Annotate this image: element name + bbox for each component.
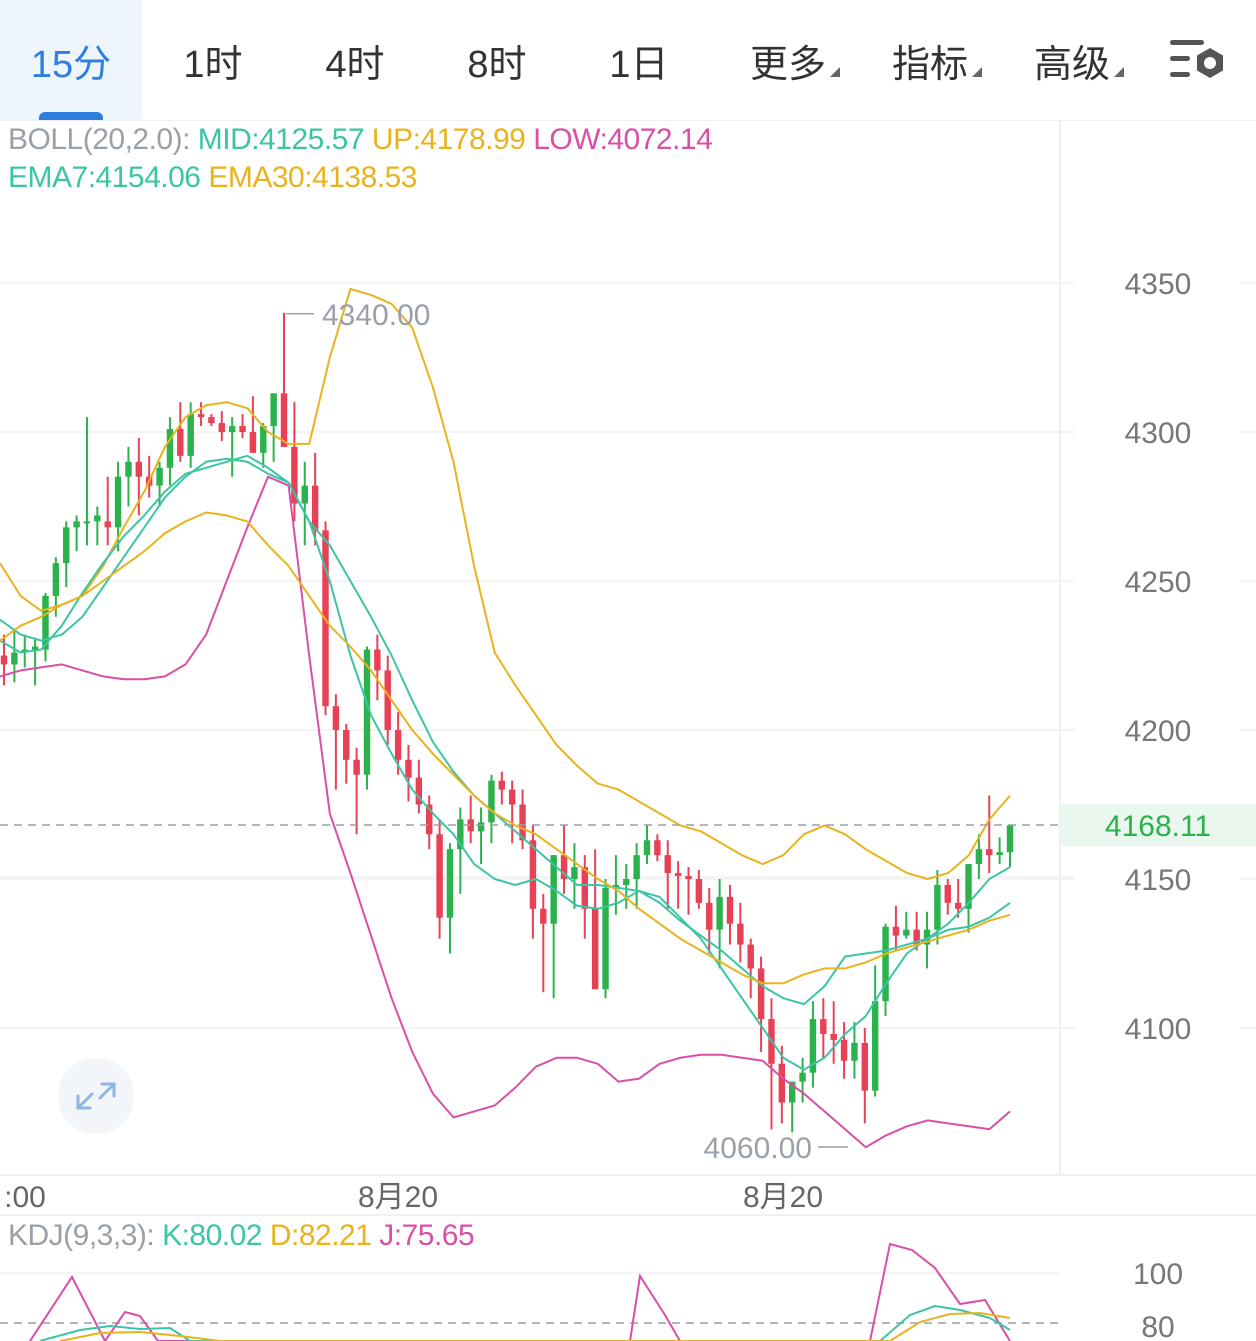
- candle-up: [301, 485, 308, 504]
- candle-up: [571, 867, 578, 879]
- candle-up: [488, 780, 495, 823]
- candle-up: [1006, 825, 1014, 853]
- y-tick-label: 4200: [1125, 715, 1192, 748]
- candle-down: [405, 759, 412, 778]
- candle-down: [343, 730, 350, 760]
- candle-up: [114, 476, 122, 528]
- y-tick-label: 4350: [1125, 268, 1192, 301]
- boll-upper-line: [0, 288, 1011, 880]
- candle-down: [332, 706, 340, 730]
- candle-down: [664, 855, 671, 874]
- candle-down: [197, 414, 205, 418]
- candle-up: [52, 563, 60, 596]
- candle-down: [374, 649, 381, 671]
- candle-up: [975, 849, 983, 865]
- candle-down: [726, 896, 734, 924]
- candle-down: [177, 429, 184, 456]
- candle-down: [394, 730, 402, 760]
- candle-up: [187, 414, 194, 456]
- candle-down: [0, 655, 8, 665]
- candle-down: [892, 926, 900, 936]
- y-tick-label: 4300: [1125, 417, 1192, 450]
- candle-down: [384, 670, 391, 730]
- candle-down: [311, 485, 319, 531]
- candle-down: [104, 521, 111, 528]
- candlestick-chart[interactable]: 4350 4300 4250 4200 4150 4100 :00 8月20 8月20 4340.…: [0, 0, 1256, 1341]
- candle-down: [135, 461, 143, 477]
- candle-up: [477, 822, 485, 832]
- candle-down: [581, 867, 588, 909]
- y-tick-label: 4150: [1125, 864, 1192, 897]
- candle-down: [954, 902, 962, 909]
- candle-down: [757, 968, 765, 1020]
- x-tick-label: :00: [4, 1181, 46, 1214]
- candle-down: [737, 923, 744, 945]
- candle-down: [820, 1019, 827, 1034]
- candle-up: [125, 461, 132, 477]
- candle-down: [498, 780, 506, 790]
- candle-down: [239, 426, 246, 432]
- candle-up: [94, 515, 101, 522]
- candle-up: [446, 849, 454, 918]
- candle-down: [986, 849, 993, 856]
- kdj-d-line: [59, 1311, 1011, 1341]
- candle-down: [208, 417, 215, 424]
- candle-up: [11, 652, 18, 665]
- candle-up: [934, 884, 941, 930]
- candle-up: [903, 929, 910, 936]
- high-marker-label: 4340.00: [322, 299, 430, 332]
- expand-arrows-icon[interactable]: [58, 1058, 134, 1134]
- candle-up: [270, 393, 277, 427]
- candle-down: [706, 902, 713, 930]
- candle-down: [508, 789, 516, 805]
- ema7-line: [0, 454, 1011, 1071]
- candle-down: [654, 840, 661, 856]
- low-marker-label: 4060.00: [704, 1132, 812, 1165]
- y-tick-label: 4100: [1125, 1013, 1192, 1046]
- ema30-line: [0, 511, 1011, 985]
- kdj-tick-label: 100: [1133, 1258, 1183, 1291]
- candle-up: [602, 887, 609, 990]
- candle-up: [73, 521, 80, 528]
- candle-down: [944, 884, 951, 903]
- candle-up: [83, 521, 91, 524]
- candle-down: [353, 759, 360, 775]
- kdj-j-line: [29, 1242, 1011, 1341]
- candle-up: [871, 1001, 879, 1091]
- candle-down: [529, 840, 537, 909]
- candle-up: [996, 852, 1003, 856]
- candle-down: [540, 908, 547, 924]
- candle-up: [851, 1042, 858, 1061]
- candle-up: [643, 840, 651, 856]
- candle-down: [685, 876, 692, 879]
- candle-down: [436, 834, 443, 918]
- x-tick-label: 8月20: [358, 1181, 438, 1214]
- candle-up: [156, 467, 163, 486]
- candle-down: [695, 879, 703, 903]
- candle-down: [778, 1063, 786, 1103]
- x-tick-label: 8月20: [743, 1181, 823, 1214]
- candle-down: [830, 1033, 837, 1040]
- candle-down: [861, 1042, 869, 1091]
- candle-down: [747, 944, 754, 969]
- candle-up: [228, 426, 236, 432]
- candle-down: [674, 873, 682, 877]
- y-tick-label: 4250: [1125, 566, 1192, 599]
- candle-down: [218, 423, 226, 432]
- candle-up: [63, 527, 70, 564]
- current-price-label: 4168.11: [1105, 810, 1211, 843]
- boll-lower-line: [0, 475, 1011, 1149]
- candle-down: [840, 1039, 848, 1061]
- candle-down: [591, 908, 599, 990]
- candle-up: [623, 879, 630, 885]
- candle-up: [716, 896, 723, 930]
- candle-down: [249, 432, 257, 453]
- candle-up: [633, 855, 640, 879]
- candle-up: [882, 926, 889, 1002]
- boll-mid-line: [0, 457, 1011, 1006]
- kdj-tick-label: 80: [1141, 1311, 1174, 1341]
- candle-up: [799, 1072, 806, 1082]
